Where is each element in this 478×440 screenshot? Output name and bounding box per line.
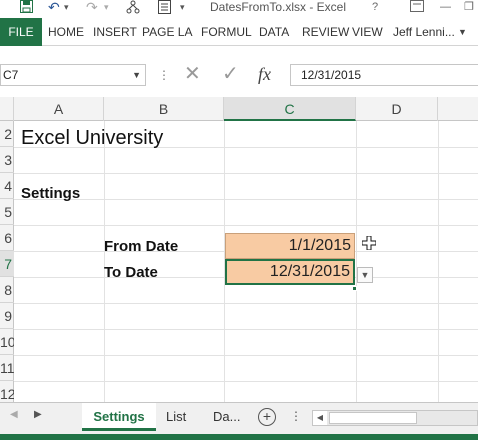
qat-customize-caret-icon[interactable]: ▾: [180, 0, 185, 14]
worksheet-grid[interactable]: A B C D 2 3 4 5 6 7 8 9 10 11 12 Excel U…: [0, 97, 478, 402]
fill-handle[interactable]: [352, 286, 357, 291]
cell-c7-to-date[interactable]: 12/31/2015: [225, 259, 355, 285]
ribbon-display-options-icon[interactable]: [410, 0, 424, 16]
row-headers: 2 3 4 5 6 7 8 9 10 11 12: [0, 121, 14, 402]
column-header-d[interactable]: D: [356, 97, 438, 121]
sheet-tab-bar: ◀ ▶ Settings List Da... + ⋮ ◀: [0, 402, 478, 434]
cell-a2-title[interactable]: Excel University: [21, 127, 163, 150]
undo-menu-caret-icon[interactable]: ▾: [64, 0, 69, 14]
column-header-a[interactable]: A: [14, 97, 104, 121]
row-header-9[interactable]: 9: [0, 303, 14, 329]
formula-bar: C7 ▼ ⋮ ✕ ✓ fx 12/31/2015: [0, 58, 478, 90]
redo-menu-caret-icon[interactable]: ▾: [104, 0, 109, 14]
row-header-5[interactable]: 5: [0, 199, 14, 225]
cell-b7-to-label[interactable]: To Date: [104, 264, 158, 281]
row-header-12[interactable]: 12: [0, 381, 14, 402]
row-header-4[interactable]: 4: [0, 173, 14, 199]
row-header-2[interactable]: 2: [0, 121, 14, 147]
title-bar: ↶ ▾ ↷ ▾ ▾ DatesFromTo.xlsx - Excel ? — ❐: [0, 0, 478, 18]
sheet-tab-settings[interactable]: Settings: [82, 403, 156, 431]
name-box-caret-icon[interactable]: ▼: [132, 65, 141, 85]
formula-bar-grip-icon[interactable]: ⋮: [158, 64, 170, 86]
cell-a4-settings[interactable]: Settings: [21, 185, 80, 202]
window-title: DatesFromTo.xlsx - Excel: [210, 0, 347, 14]
row-header-6[interactable]: 6: [0, 225, 14, 251]
column-headers: A B C D: [0, 97, 478, 121]
add-sheet-button[interactable]: +: [258, 408, 276, 426]
help-button[interactable]: ?: [372, 0, 378, 14]
formula-input[interactable]: 12/31/2015: [290, 64, 478, 86]
tab-home[interactable]: HOME: [48, 18, 84, 46]
save-icon[interactable]: [20, 0, 33, 14]
sheet-tab-list[interactable]: List: [160, 403, 192, 431]
horizontal-scrollbar[interactable]: ◀: [312, 410, 478, 426]
enter-icon[interactable]: ✓: [222, 61, 239, 87]
tab-formulas[interactable]: FORMUL: [201, 18, 252, 46]
restore-button[interactable]: ❐: [464, 0, 474, 14]
customize-network-icon[interactable]: [126, 0, 140, 14]
tab-view[interactable]: VIEW: [352, 18, 383, 46]
undo-icon[interactable]: ↶: [48, 0, 60, 14]
tab-page-layout[interactable]: PAGE LA: [142, 18, 192, 46]
form-icon[interactable]: [158, 0, 171, 14]
tab-split-grip-icon[interactable]: ⋮: [290, 409, 302, 423]
row-header-3[interactable]: 3: [0, 147, 14, 173]
minimize-button[interactable]: —: [440, 0, 451, 14]
file-tab[interactable]: FILE: [0, 18, 42, 46]
name-box[interactable]: C7 ▼: [0, 64, 146, 86]
column-header-b[interactable]: B: [104, 97, 224, 121]
row-header-8[interactable]: 8: [0, 277, 14, 303]
cell-c6-from-date[interactable]: 1/1/2015: [225, 233, 355, 259]
name-box-value: C7: [3, 68, 19, 82]
tab-data[interactable]: DATA: [259, 18, 289, 46]
horizontal-scroll-thumb[interactable]: [329, 412, 417, 424]
scroll-left-arrow-icon[interactable]: ◀: [313, 411, 327, 425]
cell-cursor-icon: [361, 235, 377, 253]
user-menu-caret-icon[interactable]: ▼: [458, 18, 467, 46]
row-header-11[interactable]: 11: [0, 355, 14, 381]
tab-insert[interactable]: INSERT: [93, 18, 137, 46]
tab-scroll-right-icon[interactable]: ▶: [34, 409, 42, 420]
validation-dropdown-icon[interactable]: ▼: [357, 267, 373, 283]
row-header-7[interactable]: 7: [0, 251, 14, 277]
row-header-10[interactable]: 10: [0, 329, 14, 355]
redo-icon[interactable]: ↷: [86, 0, 98, 14]
select-all-corner[interactable]: [0, 97, 14, 121]
tab-scroll-left-icon[interactable]: ◀: [10, 409, 18, 420]
status-bar: [0, 434, 478, 440]
cancel-icon[interactable]: ✕: [184, 61, 201, 87]
sheet-tab-dates[interactable]: Da...: [207, 403, 246, 431]
ribbon-tabs: FILE HOME INSERT PAGE LA FORMUL DATA REV…: [0, 18, 478, 46]
column-header-c[interactable]: C: [224, 97, 356, 121]
column-header-e[interactable]: [438, 97, 478, 121]
cell-b6-from-label[interactable]: From Date: [104, 238, 178, 255]
insert-function-icon[interactable]: fx: [258, 61, 271, 87]
tab-review[interactable]: REVIEW: [302, 18, 349, 46]
user-account[interactable]: Jeff Lenni...: [393, 18, 455, 46]
